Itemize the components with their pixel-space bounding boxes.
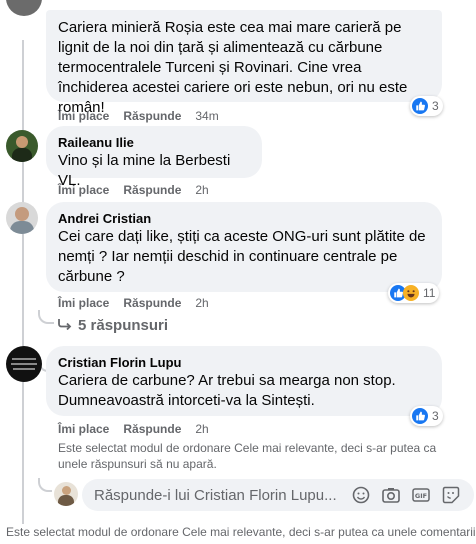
comment-author[interactable]: Andrei Cristian xyxy=(58,210,430,227)
comment-author[interactable]: Cristian Florin Lupu xyxy=(58,354,430,371)
comment-actions: Îmi place Răspunde 2h xyxy=(58,295,209,311)
reply-composer: GIF xyxy=(82,479,474,511)
replies-count-label: 5 răspunsuri xyxy=(78,317,169,334)
thread-branch xyxy=(38,310,54,324)
thread-branch xyxy=(38,478,52,492)
thumbs-up-icon xyxy=(412,408,428,424)
comment-timestamp[interactable]: 2h xyxy=(195,421,208,437)
sort-notice-comments: Este selectat modul de ordonare Cele mai… xyxy=(6,525,476,539)
comment-bubble: Andrei Cristian Cei care dați like, știț… xyxy=(46,202,442,292)
comment-text: Cei care dați like, știți ca aceste ONG-… xyxy=(58,228,426,285)
composer-toolbar: GIF xyxy=(352,486,460,504)
comment-actions: Îmi place Răspunde 34m xyxy=(58,108,219,124)
avatar xyxy=(54,482,78,506)
camera-icon[interactable] xyxy=(382,486,400,504)
like-button[interactable]: Îmi place xyxy=(58,108,109,124)
reaction-count: 11 xyxy=(423,286,436,300)
sticker-icon[interactable] xyxy=(442,486,460,504)
comment-bubble: Raileanu Ilie Vino și la mine la Berbest… xyxy=(46,126,262,189)
avatar[interactable] xyxy=(6,202,38,234)
reaction-badge[interactable]: 11 xyxy=(388,283,440,303)
reply-button[interactable]: Răspunde xyxy=(123,108,181,124)
reply-input[interactable] xyxy=(94,486,344,504)
comment-bubble: Cristian Florin Lupu Cariera de carbune?… xyxy=(46,346,442,416)
comment-text: Cariera de carbune? Ar trebui sa mearga … xyxy=(58,372,396,409)
emoji-icon[interactable] xyxy=(352,486,370,504)
gif-icon[interactable]: GIF xyxy=(412,486,430,504)
like-button[interactable]: Îmi place xyxy=(58,295,109,311)
thumbs-up-icon xyxy=(412,98,428,114)
svg-text:GIF: GIF xyxy=(415,492,427,500)
comment-text: Cariera minieră Roșia este cea mai mare … xyxy=(58,19,408,116)
like-button[interactable]: Îmi place xyxy=(58,182,109,198)
avatar[interactable] xyxy=(6,130,38,162)
reply-button[interactable]: Răspunde xyxy=(123,182,181,198)
haha-emoji-icon xyxy=(403,285,419,301)
comment-actions: Îmi place Răspunde 2h xyxy=(58,182,209,198)
reply-arrow-icon xyxy=(58,317,72,334)
view-replies-link[interactable]: 5 răspunsuri xyxy=(58,317,168,334)
like-button[interactable]: Îmi place xyxy=(58,421,109,437)
comment-bubble: Cariera minieră Roșia este cea mai mare … xyxy=(46,10,442,116)
comment-timestamp[interactable]: 2h xyxy=(195,182,208,198)
reply-button[interactable]: Răspunde xyxy=(123,295,181,311)
comment-timestamp[interactable]: 2h xyxy=(195,295,208,311)
sort-notice-replies: Este selectat modul de ordonare Cele mai… xyxy=(58,441,437,471)
reaction-count: 3 xyxy=(432,99,439,113)
comment-actions: Îmi place Răspunde 2h xyxy=(58,421,209,437)
reply-button[interactable]: Răspunde xyxy=(123,421,181,437)
reaction-badge[interactable]: 3 xyxy=(410,96,443,116)
reaction-count: 3 xyxy=(432,409,439,423)
thread-line xyxy=(22,40,24,524)
comment-timestamp[interactable]: 34m xyxy=(195,108,218,124)
avatar[interactable] xyxy=(6,0,42,16)
reaction-badge[interactable]: 3 xyxy=(410,406,443,426)
comment-author[interactable]: Raileanu Ilie xyxy=(58,134,250,151)
avatar[interactable] xyxy=(6,346,42,382)
